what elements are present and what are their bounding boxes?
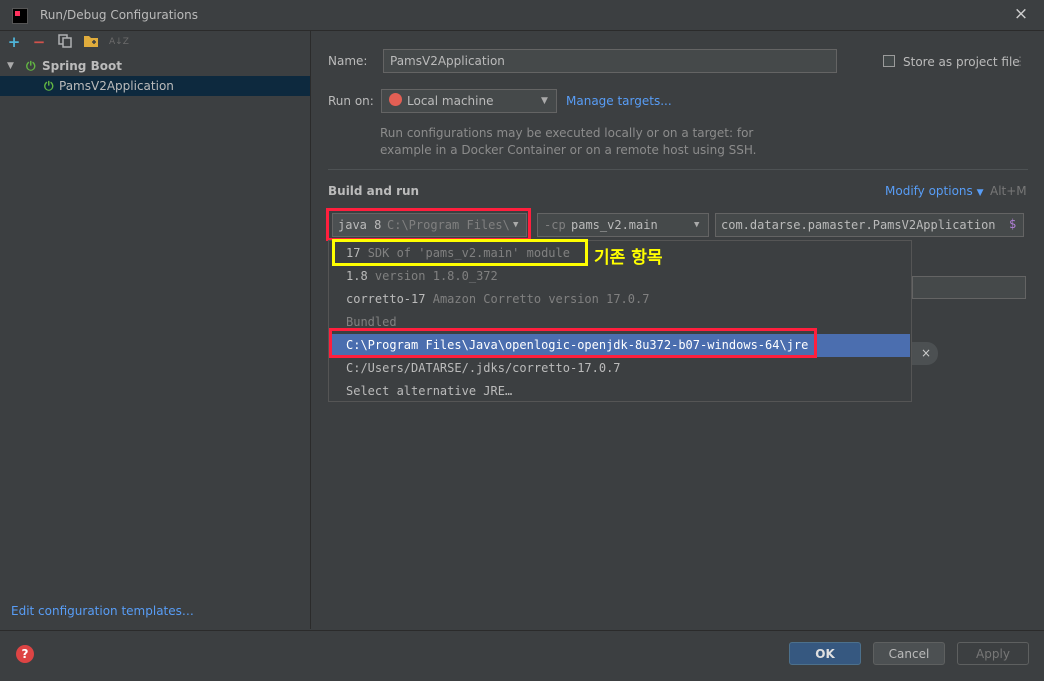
power-icon: ⏻ [44,79,54,93]
item-sub: version 1.8.0_372 [374,269,498,283]
item-main: 17 [346,246,361,260]
item-main: C:\Program Files\Java\openlogic-openjdk-… [346,338,809,352]
list-item[interactable]: 1.8 version 1.8.0_372 [330,265,910,288]
item-main: Bundled [346,315,397,329]
tree-item-pamsv2application[interactable]: ⏻ PamsV2Application [0,76,310,96]
hint-line-2: example in a Docker Container or on a re… [380,143,757,157]
home-icon [389,93,402,106]
list-item[interactable]: corretto-17 Amazon Corretto version 17.0… [330,288,910,311]
folder-icon[interactable] [83,34,99,50]
classpath-select[interactable]: -cp pams_v2.main ▼ [537,213,709,237]
name-input[interactable] [383,49,837,73]
power-icon: ⏻ [26,59,36,73]
tree-group-spring-boot[interactable]: ▼ ⏻ Spring Boot [0,56,310,76]
item-main: 1.8 [346,269,368,283]
add-icon[interactable]: + [6,34,22,50]
browse-class-icon[interactable]: $ [1009,217,1016,231]
window-title: Run/Debug Configurations [40,8,198,22]
modify-options-label: Modify options [885,184,973,198]
hint-line-1: Run configurations may be executed local… [380,126,754,140]
runon-select[interactable]: Local machine ▼ [381,89,557,113]
chevron-down-icon: ▼ [976,188,984,198]
chevron-down-icon: ▼ [541,96,548,106]
item-main: C:/Users/DATARSE/.jdks/corretto-17.0.7 [346,361,621,375]
section-title: Build and run [328,184,420,198]
cp-prefix: -cp [544,218,566,232]
main-class-value: com.datarse.pamaster.PamsV2Application [721,218,996,232]
chevron-down-icon[interactable]: ▼ [7,56,14,76]
close-icon[interactable]: × [1012,5,1030,23]
store-label: Store as project file [903,55,1020,69]
modify-options-link[interactable]: Modify options ▼ [885,184,984,198]
jre-path: C:\Program Files\ [387,218,510,232]
help-icon[interactable]: ? [16,645,34,663]
list-item[interactable]: C:/Users/DATARSE/.jdks/corretto-17.0.7 [330,357,910,380]
cancel-button[interactable]: Cancel [873,642,945,665]
item-sub: Amazon Corretto version 17.0.7 [432,292,650,306]
close-icon[interactable]: × [921,346,931,360]
program-args-input[interactable] [912,276,1026,299]
app-icon [12,8,28,24]
ok-button[interactable]: OK [789,642,861,665]
divider [328,169,1028,170]
more-icon[interactable]: ⋮ [1014,54,1026,68]
edit-templates-link[interactable]: Edit configuration templates… [11,604,194,618]
tree-item-label: PamsV2Application [59,79,174,93]
remove-icon[interactable]: − [31,34,47,50]
copy-icon[interactable] [57,34,73,50]
sidebar-toolbar: + − A↓Z [0,31,310,55]
apply-button[interactable]: Apply [957,642,1029,665]
runon-value: Local machine [407,94,494,108]
item-main: Select alternative JRE… [346,384,513,398]
cp-value: pams_v2.main [571,218,658,232]
sidebar [0,31,311,629]
modify-shortcut: Alt+M [990,184,1027,198]
jre-select[interactable]: java 8 C:\Program Files\ ▼ [332,213,527,237]
item-sub: SDK of 'pams_v2.main' module [367,246,570,260]
item-main: corretto-17 [346,292,426,306]
store-checkbox[interactable] [883,55,895,67]
list-item[interactable]: Select alternative JRE… [330,380,910,403]
list-group-header: Bundled [330,311,910,334]
jre-prefix: java 8 [338,218,382,232]
tree-group-label: Spring Boot [42,59,122,73]
env-chip[interactable]: × [912,342,938,365]
name-label: Name: [328,54,368,68]
list-item-selected[interactable]: C:\Program Files\Java\openlogic-openjdk-… [330,334,910,357]
annotation-label: 기존 항목 [594,248,663,268]
manage-targets-link[interactable]: Manage targets... [566,94,672,108]
runon-label: Run on: [328,94,374,108]
main-class-input[interactable]: com.datarse.pamaster.PamsV2Application $ [715,213,1024,237]
chevron-down-icon: ▼ [513,220,519,230]
chevron-down-icon: ▼ [694,220,700,230]
sort-icon[interactable]: A↓Z [109,34,129,50]
